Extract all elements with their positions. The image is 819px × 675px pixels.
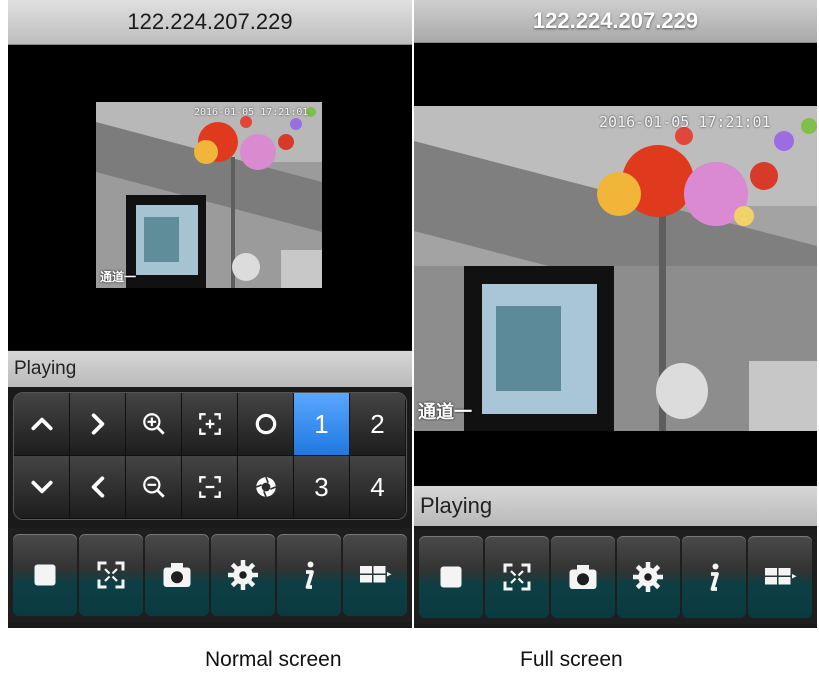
fullscreen-button[interactable]	[484, 536, 549, 618]
snapshot-button[interactable]	[145, 534, 209, 616]
right-arrow-button[interactable]	[70, 393, 126, 456]
down-arrow-button[interactable]	[14, 456, 70, 519]
status-text: Playing	[14, 358, 77, 379]
channel-3-button[interactable]: 3	[294, 456, 350, 519]
video-timestamp: 2016-01-05 17:21:01	[599, 113, 771, 131]
grid-layout-icon	[765, 568, 797, 585]
title-bar: 122.224.207.229	[8, 0, 412, 45]
channel-1-button[interactable]: 1	[294, 393, 350, 456]
channel-4-button[interactable]: 4	[350, 456, 406, 519]
channel-label: 通道一	[418, 402, 472, 422]
focus-plus-button[interactable]	[182, 393, 238, 456]
iris-ring-icon	[255, 413, 276, 435]
fullscreen-icon	[503, 563, 531, 591]
gear-icon	[633, 562, 664, 592]
info-icon	[710, 563, 720, 591]
stop-button[interactable]	[419, 536, 483, 618]
device-ip: 122.224.207.229	[532, 8, 699, 33]
camera-icon	[569, 565, 597, 589]
up-arrow-button[interactable]	[14, 393, 70, 456]
zoom-out-button[interactable]	[126, 456, 182, 519]
right-arrow-icon	[91, 413, 104, 435]
grid-layout-icon	[360, 566, 392, 583]
focus-minus-icon	[198, 476, 221, 498]
snapshot-button[interactable]	[550, 536, 615, 618]
zoom-in-button[interactable]	[126, 393, 182, 456]
iris-close-button[interactable]	[238, 456, 294, 519]
focus-minus-button[interactable]	[182, 456, 238, 519]
video-area[interactable]: 2016-01-05 17:21:01 通道一	[414, 43, 817, 486]
full-screen-phone: 122.224.207.229 2016-01-05 17:21:01 通道一 …	[414, 0, 817, 628]
iris-open-button[interactable]	[238, 393, 294, 456]
settings-button[interactable]	[211, 534, 275, 616]
aperture-icon	[255, 476, 276, 498]
status-bar: Playing	[8, 351, 412, 387]
video-timestamp: 2016-01-05 17:21:01	[194, 107, 309, 118]
video-area[interactable]: 2016-01-05 17:21:01 通道一	[8, 45, 412, 350]
camera-icon	[163, 563, 191, 587]
stop-icon	[34, 564, 56, 586]
up-arrow-icon	[30, 417, 53, 431]
caption-normal-screen: Normal screen	[205, 648, 342, 671]
left-arrow-button[interactable]	[70, 456, 126, 519]
stop-button[interactable]	[13, 534, 77, 616]
camera-scene	[414, 106, 817, 431]
caption-full-screen: Full screen	[520, 648, 623, 671]
down-arrow-icon	[30, 480, 53, 494]
left-arrow-icon	[91, 476, 104, 498]
status-text: Playing	[420, 493, 493, 518]
fullscreen-button[interactable]	[79, 534, 143, 616]
focus-plus-icon	[198, 413, 221, 435]
status-bar: Playing	[414, 486, 817, 526]
device-ip: 122.224.207.229	[127, 9, 293, 34]
info-button[interactable]	[682, 536, 747, 618]
settings-button[interactable]	[616, 536, 681, 618]
bottom-toolbar	[8, 528, 412, 622]
channel-label: 通道一	[100, 270, 137, 284]
fullscreen-icon	[97, 561, 125, 589]
camera-scene	[96, 102, 322, 288]
title-bar: 122.224.207.229	[414, 0, 817, 43]
info-button[interactable]	[277, 534, 341, 616]
ptz-control-panel: 1 2 3 4	[13, 392, 407, 520]
zoom-in-icon	[142, 413, 165, 435]
stop-icon	[440, 566, 462, 588]
gear-icon	[228, 560, 258, 590]
layout-button[interactable]	[343, 534, 407, 616]
info-icon	[305, 561, 314, 589]
bottom-toolbar	[414, 530, 817, 624]
channel-2-button[interactable]: 2	[350, 393, 406, 456]
camera-feed[interactable]: 2016-01-05 17:21:01 通道一	[96, 102, 322, 288]
camera-feed[interactable]: 2016-01-05 17:21:01 通道一	[414, 106, 817, 431]
layout-button[interactable]	[748, 536, 812, 618]
normal-screen-phone: 122.224.207.229 2016-01-05 17:21:01 通道一 …	[8, 0, 412, 628]
zoom-out-icon	[142, 476, 165, 498]
